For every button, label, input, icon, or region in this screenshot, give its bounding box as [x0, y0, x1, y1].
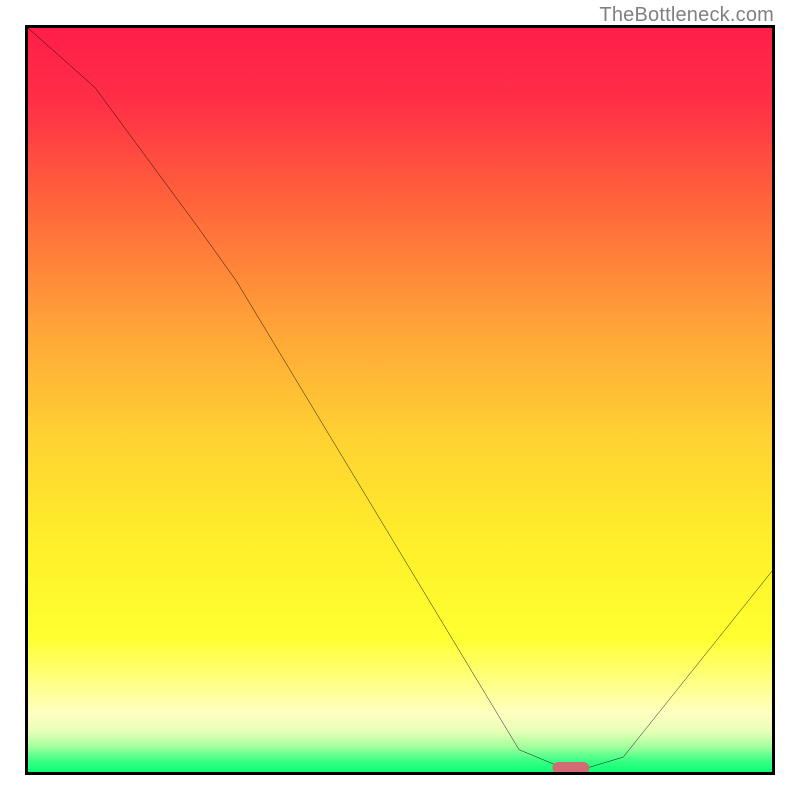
- optimum-marker: [553, 762, 590, 774]
- watermark-text: TheBottleneck.com: [599, 4, 774, 27]
- bottleneck-curve: [28, 28, 772, 772]
- chart-stage: TheBottleneck.com: [0, 0, 800, 800]
- plot-area: [25, 25, 775, 775]
